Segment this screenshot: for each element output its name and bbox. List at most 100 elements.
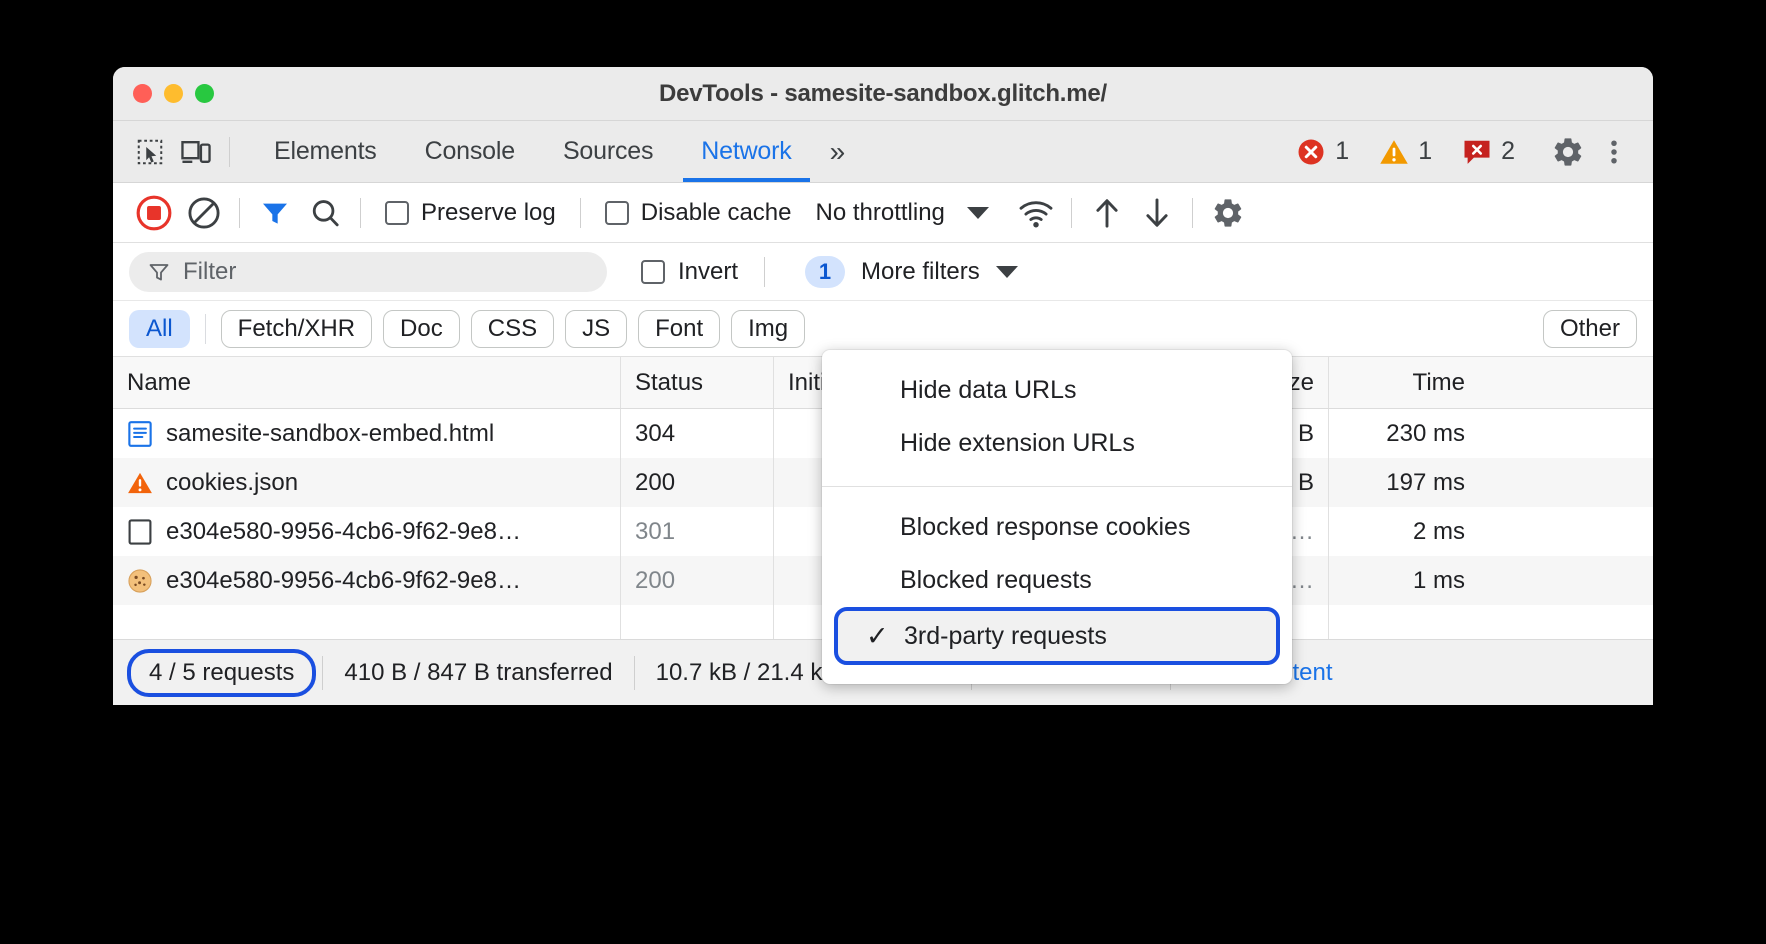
gear-icon xyxy=(1211,196,1245,230)
chip-fetch-xhr-label: Fetch/XHR xyxy=(238,315,355,343)
menu-item-blocked-response-cookies-label: Blocked response cookies xyxy=(900,513,1190,542)
chip-all[interactable]: All xyxy=(129,310,190,348)
more-options-kebab-icon[interactable] xyxy=(1591,129,1637,175)
clear-icon xyxy=(186,195,222,231)
column-header-name-label: Name xyxy=(127,369,191,397)
chip-doc[interactable]: Doc xyxy=(383,310,460,348)
preserve-log-checkbox[interactable]: Preserve log xyxy=(371,199,570,227)
menu-item-hide-extension-urls-label: Hide extension URLs xyxy=(900,429,1135,458)
request-time-cell: 2 ms xyxy=(1329,507,1479,556)
throttling-dropdown[interactable]: No throttling xyxy=(805,199,988,227)
column-header-name[interactable]: Name xyxy=(113,357,621,408)
toolbar-divider-3 xyxy=(580,198,581,228)
record-stop-button[interactable] xyxy=(129,188,179,238)
tab-console[interactable]: Console xyxy=(401,121,539,182)
tab-sources[interactable]: Sources xyxy=(539,121,677,182)
issues-count: 2 xyxy=(1501,137,1515,166)
device-toolbar-icon[interactable] xyxy=(173,129,219,175)
request-name-cell: samesite-sandbox-embed.html xyxy=(113,409,621,458)
tab-elements[interactable]: Elements xyxy=(250,121,401,182)
request-status: 200 xyxy=(635,567,675,595)
filter-input[interactable]: Filter xyxy=(129,252,607,292)
chip-js-label: JS xyxy=(582,315,610,343)
tab-sources-label: Sources xyxy=(563,137,653,166)
column-header-time[interactable]: Time xyxy=(1329,357,1479,408)
chevron-down-icon xyxy=(967,207,989,219)
menu-divider xyxy=(822,486,1292,487)
minimize-window-button[interactable] xyxy=(164,84,183,103)
chip-font-label: Font xyxy=(655,315,703,343)
menu-item-blocked-requests-label: Blocked requests xyxy=(900,566,1092,595)
requests-summary: 4 / 5 requests xyxy=(127,649,316,697)
more-filters-dropdown[interactable]: 1 More filters xyxy=(805,256,1018,288)
maximize-window-button[interactable] xyxy=(195,84,214,103)
invert-checkbox[interactable]: Invert xyxy=(641,258,738,286)
inspect-element-icon[interactable] xyxy=(127,129,173,175)
request-time-cell: 230 ms xyxy=(1329,409,1479,458)
request-status: 301 xyxy=(635,518,675,546)
column-header-time-label: Time xyxy=(1413,369,1465,397)
chip-other[interactable]: Other xyxy=(1543,310,1637,348)
filter-divider xyxy=(764,257,765,287)
checkmark-icon: ✓ xyxy=(866,621,889,652)
chip-img[interactable]: Img xyxy=(731,310,805,348)
tab-console-label: Console xyxy=(425,137,515,166)
issues-badge[interactable]: 2 xyxy=(1462,137,1529,166)
request-status-cell: 304 xyxy=(621,409,774,458)
chip-js[interactable]: JS xyxy=(565,310,627,348)
request-name-cell: e304e580-9956-4cb6-9f62-9e8… xyxy=(113,507,621,556)
menu-item-hide-data-urls[interactable]: Hide data URLs xyxy=(822,364,1292,417)
request-time: 197 ms xyxy=(1386,469,1465,497)
wifi-icon xyxy=(1018,198,1054,228)
network-toolbar: Preserve log Disable cache No throttling xyxy=(113,183,1653,243)
request-name-cell: cookies.json xyxy=(113,458,621,507)
more-filters-badge: 1 xyxy=(805,256,845,288)
close-window-button[interactable] xyxy=(133,84,152,103)
warning-badge[interactable]: 1 xyxy=(1379,137,1446,166)
preserve-log-box xyxy=(385,201,409,225)
tab-network[interactable]: Network xyxy=(677,121,815,182)
chip-fetch-xhr[interactable]: Fetch/XHR xyxy=(221,310,372,348)
clear-requests-button[interactable] xyxy=(179,188,229,238)
warning-count: 1 xyxy=(1418,137,1432,166)
cookie-icon xyxy=(127,568,153,594)
export-har-button[interactable] xyxy=(1132,188,1182,238)
more-filters-label: More filters xyxy=(861,258,980,286)
disable-cache-checkbox[interactable]: Disable cache xyxy=(591,199,806,227)
window-title: DevTools - samesite-sandbox.glitch.me/ xyxy=(113,80,1653,108)
chip-font[interactable]: Font xyxy=(638,310,720,348)
network-conditions-button[interactable] xyxy=(1011,188,1061,238)
traffic-lights xyxy=(133,84,214,103)
filter-row: Filter Invert 1 More filters xyxy=(113,243,1653,301)
menu-item-blocked-response-cookies[interactable]: Blocked response cookies xyxy=(822,501,1292,554)
column-header-status[interactable]: Status xyxy=(621,357,774,408)
menu-item-hide-data-urls-label: Hide data URLs xyxy=(900,376,1076,405)
filter-placeholder: Filter xyxy=(183,258,236,286)
filter-toggle-button[interactable] xyxy=(250,188,300,238)
search-button[interactable] xyxy=(300,188,350,238)
import-har-button[interactable] xyxy=(1082,188,1132,238)
menu-item-third-party-requests-label: 3rd-party requests xyxy=(904,622,1107,651)
network-settings-button[interactable] xyxy=(1203,188,1253,238)
invert-box xyxy=(641,260,665,284)
warning-icon xyxy=(127,470,153,496)
error-badge[interactable]: 1 xyxy=(1296,137,1363,167)
menu-item-hide-extension-urls[interactable]: Hide extension URLs xyxy=(822,417,1292,470)
chip-divider xyxy=(205,314,206,344)
throttling-value: No throttling xyxy=(815,199,944,227)
request-time: 230 ms xyxy=(1386,420,1465,448)
chip-css[interactable]: CSS xyxy=(471,310,554,348)
menu-item-blocked-requests[interactable]: Blocked requests xyxy=(822,554,1292,607)
invert-label: Invert xyxy=(678,258,738,286)
request-time-cell: 1 ms xyxy=(1329,556,1479,605)
devtools-window: DevTools - samesite-sandbox.glitch.me/ E… xyxy=(113,67,1653,705)
menu-item-third-party-requests[interactable]: ✓ 3rd-party requests xyxy=(834,607,1280,665)
generic-file-icon xyxy=(127,519,153,545)
settings-gear-icon[interactable] xyxy=(1545,129,1591,175)
request-time: 1 ms xyxy=(1413,567,1465,595)
more-tabs-button[interactable]: » xyxy=(816,121,859,182)
window-titlebar: DevTools - samesite-sandbox.glitch.me/ xyxy=(113,67,1653,121)
request-status-cell: 200 xyxy=(621,556,774,605)
toolbar-divider-1 xyxy=(239,198,240,228)
request-time: 2 ms xyxy=(1413,518,1465,546)
